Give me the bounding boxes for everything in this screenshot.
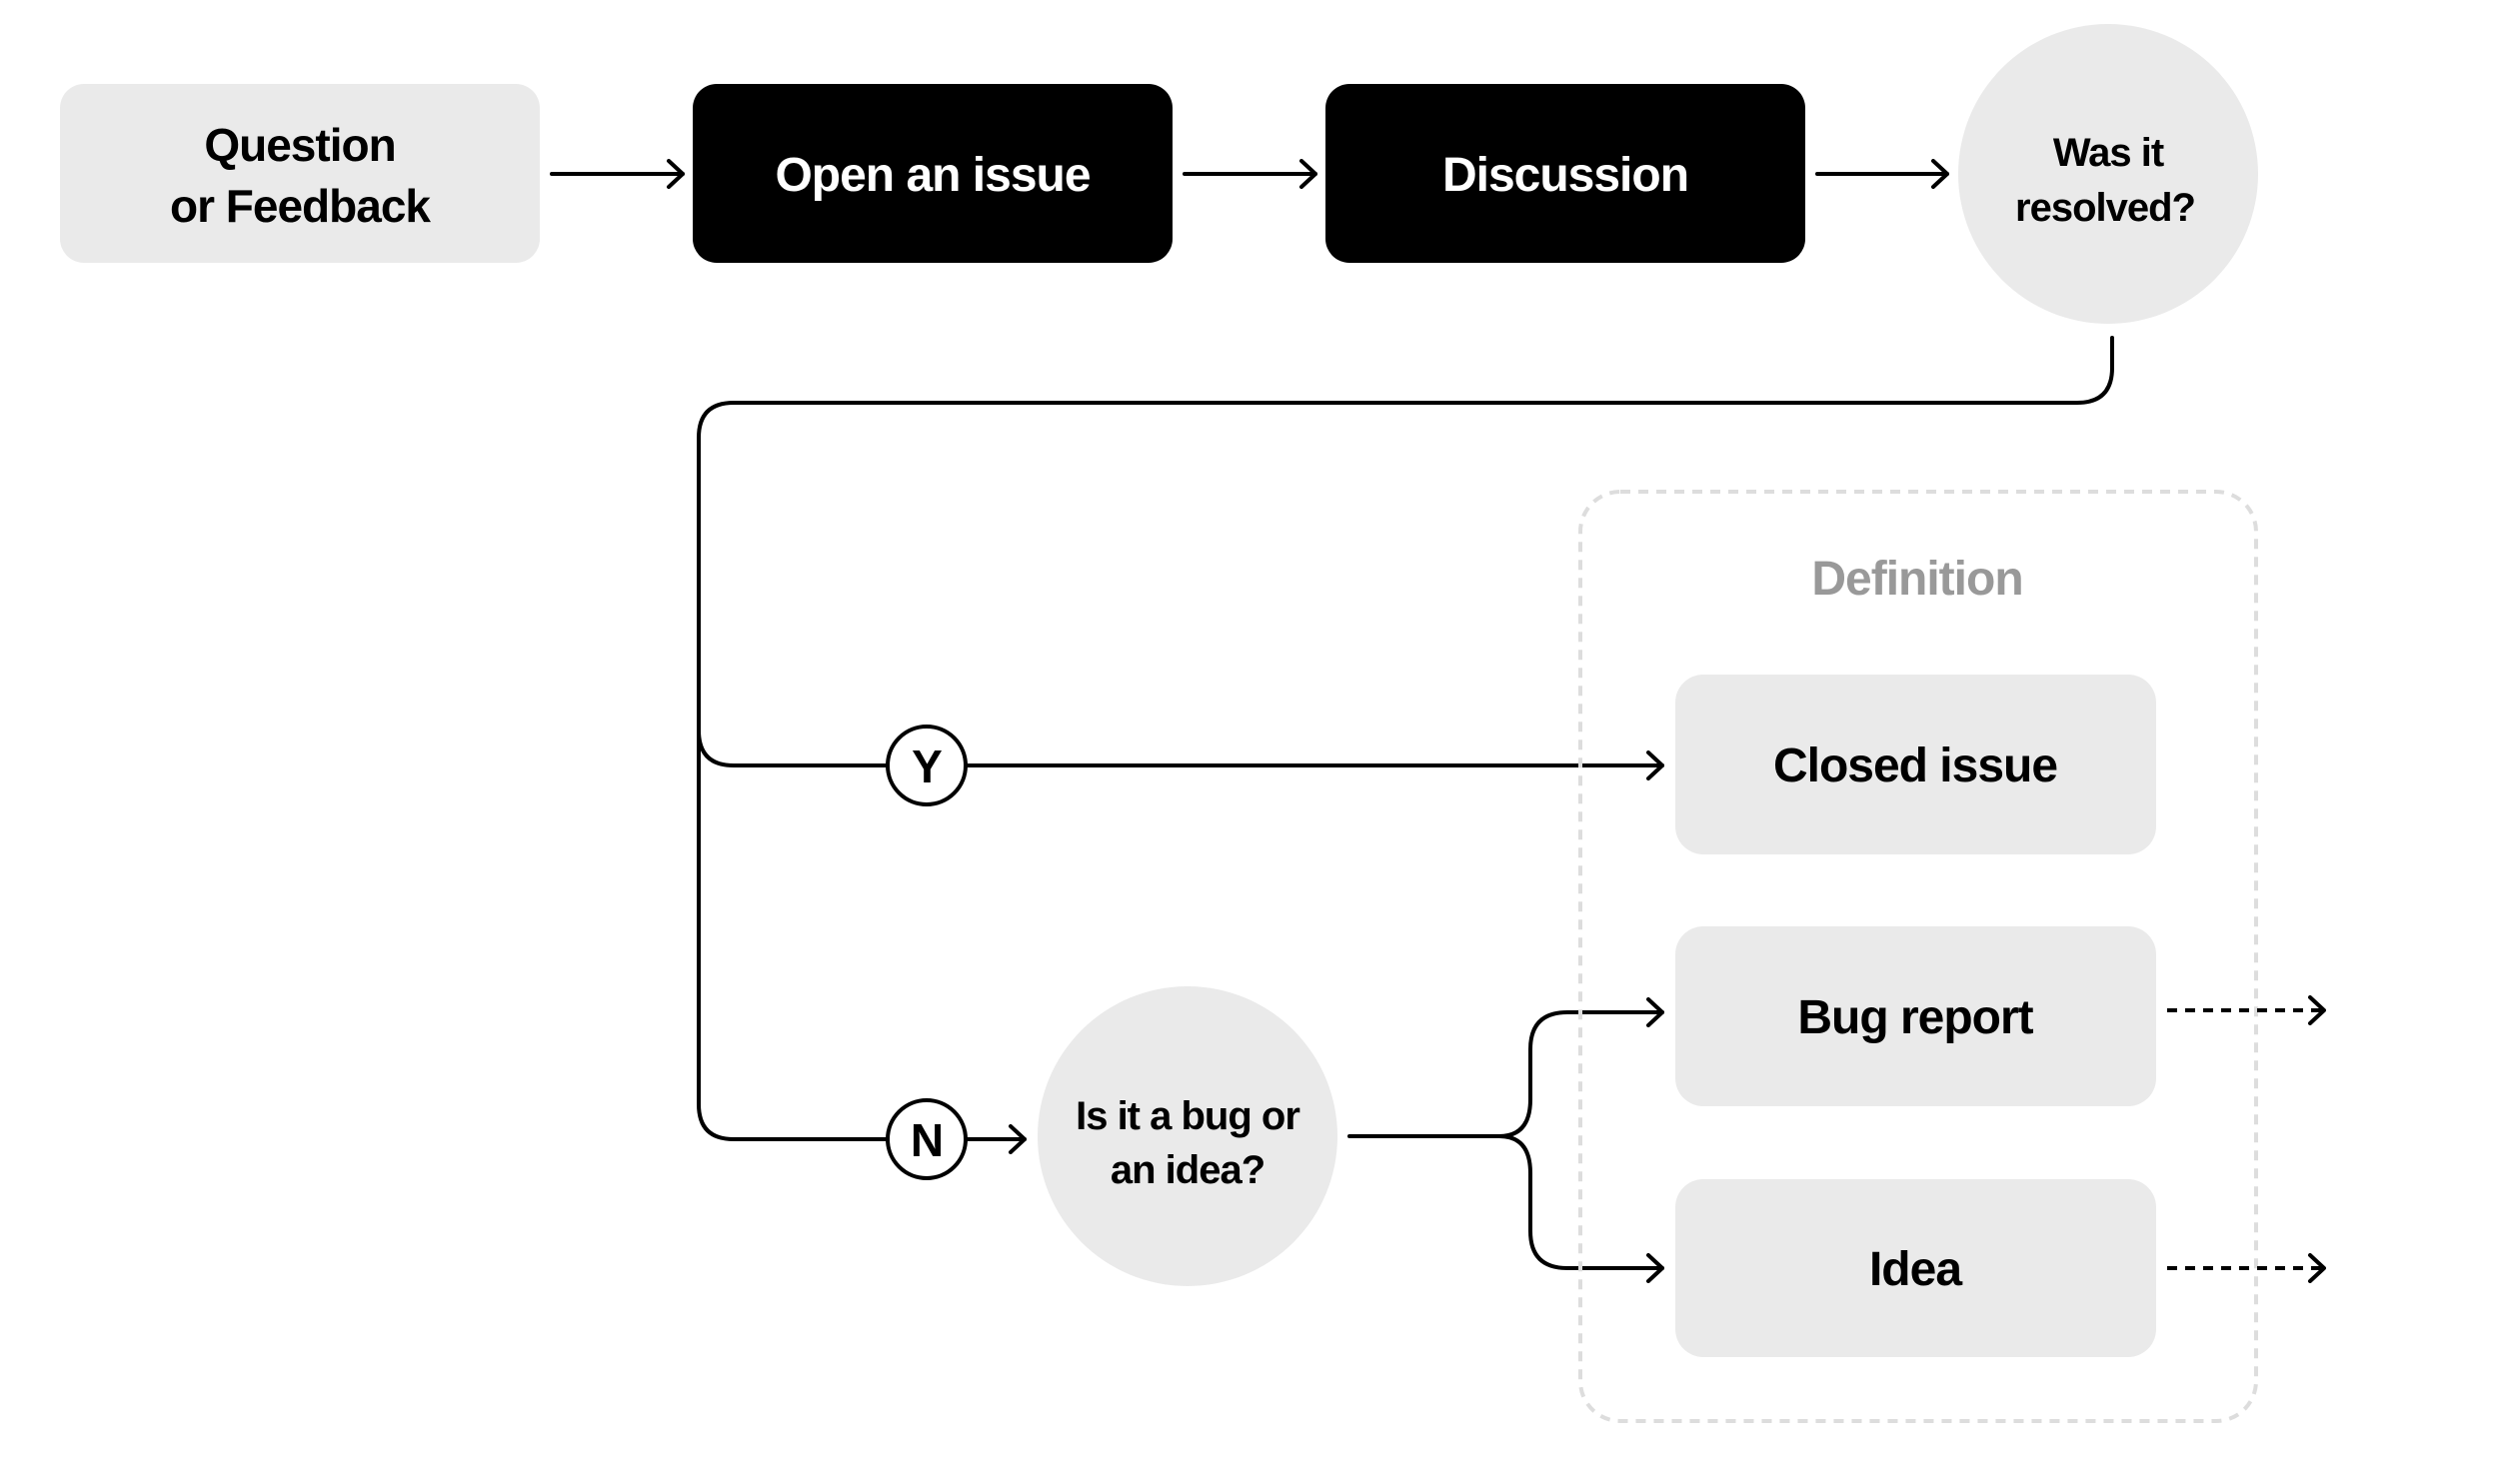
node-resolved-line2: resolved?	[2015, 186, 2195, 230]
closed-issue-label: Closed issue	[1773, 740, 2057, 792]
definition-group-title: Definition	[1811, 553, 2022, 606]
node-resolved-line1: Was it	[2053, 131, 2164, 175]
no-badge-label: N	[911, 1114, 943, 1166]
node-discussion: Discussion	[1325, 84, 1805, 263]
node-bug-or-idea-line1: Is it a bug or	[1076, 1094, 1299, 1138]
node-open-an-issue: Open an issue	[693, 84, 1173, 263]
node-discussion-label: Discussion	[1442, 149, 1688, 202]
flowchart: Question or Feedback Open an issue Discu…	[60, 24, 2326, 1423]
node-question-or-feedback: Question or Feedback	[60, 84, 540, 263]
connector-yes-branch	[697, 729, 890, 767]
branch-yes: Y	[886, 725, 968, 806]
node-bug-or-idea-line2: an idea?	[1111, 1148, 1264, 1192]
arrow-to-bug-report	[1347, 997, 1664, 1138]
node-idea: Idea	[1675, 1179, 2156, 1357]
node-question-box	[60, 84, 540, 263]
node-bug-report: Bug report	[1675, 926, 2156, 1106]
definition-group: Definition Closed issue Bug report Idea	[1578, 490, 2258, 1423]
bug-report-label: Bug report	[1797, 991, 2033, 1044]
node-open-label: Open an issue	[775, 149, 1090, 202]
node-bug-or-idea: Is it a bug or an idea?	[1038, 986, 1337, 1286]
idea-label: Idea	[1869, 1243, 1962, 1296]
node-was-it-resolved: Was it resolved?	[1958, 24, 2258, 324]
branch-no: N	[886, 1098, 968, 1180]
node-question-line1: Question	[204, 119, 395, 171]
yes-badge-label: Y	[912, 741, 942, 792]
node-closed-issue: Closed issue	[1675, 675, 2156, 854]
node-question-line2: or Feedback	[170, 180, 431, 232]
